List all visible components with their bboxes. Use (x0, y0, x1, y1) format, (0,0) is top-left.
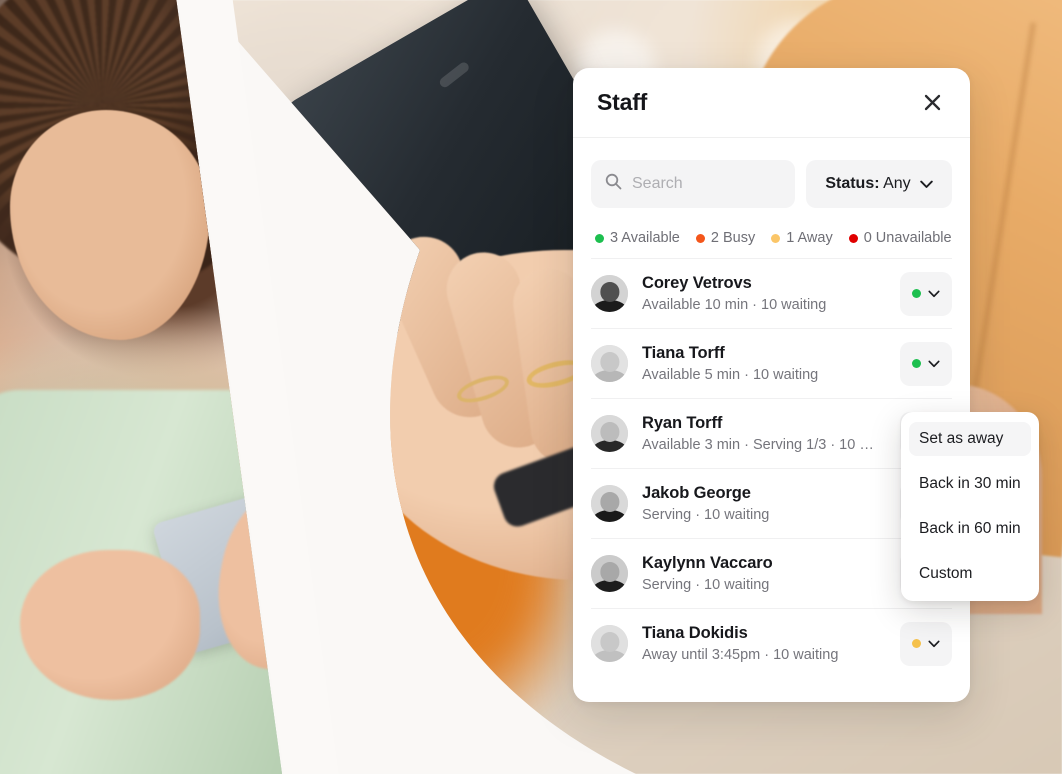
search-field[interactable] (591, 160, 795, 208)
menu-item[interactable]: Set as away (909, 422, 1031, 456)
status-filter-label: Status: Any (825, 175, 910, 193)
menu-item[interactable]: Back in 30 min (909, 467, 1031, 501)
status-badge[interactable] (900, 341, 952, 386)
page-title: Staff (597, 89, 648, 115)
status-dot (912, 359, 921, 368)
status-dot (771, 233, 781, 243)
staff-detail: Available 5 min · 10 waiting (642, 366, 819, 383)
legend-label: 2 Busy (710, 230, 756, 246)
table-row[interactable]: Tiana Torff Available 5 min · 10 waiting (591, 328, 952, 398)
status-dot (912, 639, 921, 648)
status-filter-prefix: Status: (825, 175, 880, 192)
table-row[interactable]: Kaylynn Vaccaro Serving · 10 waiting (591, 538, 952, 608)
status-dropdown-menu: Set as away Back in 30 min Back in 60 min C… (901, 412, 1039, 601)
staff-info: Corey Vetrovs Available 10 min · 10 waiti… (642, 274, 886, 313)
staff-name: Tiana Torff (642, 344, 725, 363)
status-badge[interactable] (900, 271, 952, 316)
table-row[interactable]: Jakob George Serving · 10 waiting (591, 468, 952, 538)
staff-panel: Staff Status (573, 68, 1039, 702)
status-dot (912, 289, 921, 298)
status-dot (848, 233, 858, 243)
status-legend: 3 Available 2 Busy 1 Away 0 Unavailable (591, 208, 952, 258)
staff-detail: Serving · 10 waiting (642, 576, 770, 593)
staff-info: Kaylynn Vaccaro Serving · 10 waiting (642, 554, 886, 593)
filter-bar: Status: Any (591, 138, 952, 208)
status-dot (695, 233, 705, 243)
staff-name: Ryan Torff (642, 414, 723, 433)
chevron-down-icon (928, 290, 940, 298)
chevron-down-icon (928, 640, 940, 648)
close-icon[interactable] (918, 89, 946, 117)
legend-item: 0 Unavailable (848, 230, 952, 246)
staff-detail: Serving · 10 waiting (642, 506, 770, 523)
search-input[interactable] (632, 175, 781, 193)
status-filter-dropdown[interactable]: Status: Any (806, 160, 952, 208)
staff-name: Tiana Dokidis (642, 624, 748, 643)
avatar (591, 275, 628, 312)
avatar (591, 415, 628, 452)
legend-item: 3 Available (595, 230, 680, 246)
status-dot (595, 233, 604, 243)
app-canvas: Staff Status (0, 0, 1062, 774)
legend-item: 2 Busy (695, 230, 756, 246)
avatar (591, 625, 628, 662)
legend-label: 1 Away (786, 230, 833, 246)
table-row[interactable]: Tiana Dokidis Away until 3:45pm · 10 wait… (591, 608, 952, 678)
avatar (591, 345, 628, 382)
avatar (591, 555, 628, 592)
chevron-down-icon (919, 180, 933, 189)
staff-info: Ryan Torff Available 3 min · Serving 1/3 … (642, 414, 886, 453)
staff-info: Jakob George Serving · 10 waiting (642, 484, 886, 523)
staff-name: Kaylynn Vaccaro (642, 554, 773, 573)
legend-label: 0 Unavailable (863, 230, 952, 246)
menu-item[interactable]: Custom (909, 557, 1031, 591)
staff-name: Jakob George (642, 484, 751, 503)
panel-header: Staff (573, 68, 970, 138)
staff-name: Corey Vetrovs (642, 274, 752, 293)
legend-label: 3 Available (610, 230, 680, 246)
legend-item: 1 Away (771, 230, 833, 246)
table-row[interactable]: Corey Vetrovs Available 10 min · 10 waiti… (591, 258, 952, 328)
menu-item[interactable]: Back in 60 min (909, 512, 1031, 546)
table-row[interactable]: Ryan Torff Available 3 min · Serving 1/3 … (591, 398, 952, 468)
chevron-down-icon (928, 360, 940, 368)
staff-info: Tiana Dokidis Away until 3:45pm · 10 wait… (642, 624, 886, 663)
search-icon (605, 173, 622, 195)
status-filter-value: Any (883, 175, 911, 192)
staff-info: Tiana Torff Available 5 min · 10 waiting (642, 344, 886, 383)
panel-controls: Status: Any 3 Available 2 Busy 1 Away 0 Una… (573, 138, 970, 258)
avatar (591, 485, 628, 522)
staff-detail: Available 10 min · 10 waiting (642, 296, 827, 313)
staff-detail: Away until 3:45pm · 10 waiting (642, 646, 839, 663)
status-badge[interactable] (900, 621, 952, 666)
staff-detail: Available 3 min · Serving 1/3 · 10 wa… (642, 436, 882, 453)
